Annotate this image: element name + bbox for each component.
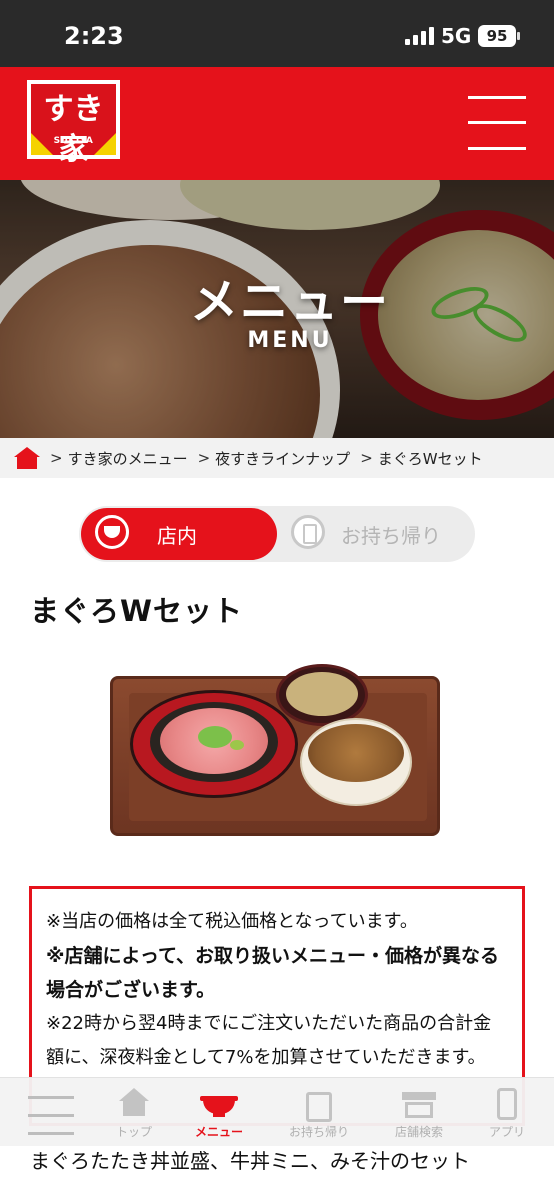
tab-app[interactable]: アプリ	[464, 1086, 550, 1142]
status-bar: 2:23 5G 95	[0, 0, 554, 67]
hero-subtitle: MENU	[247, 328, 333, 353]
network-label: 5G	[441, 24, 472, 48]
signal-icon	[405, 27, 435, 45]
gyudon-beef	[308, 724, 404, 782]
breadcrumb-link-menu[interactable]: すき家のメニュー	[68, 448, 188, 469]
breadcrumb-link-night-lineup[interactable]: 夜すきラインナップ	[215, 448, 350, 469]
hero-banner: メニュー MENU	[0, 180, 554, 438]
menu-lines-icon[interactable]	[28, 1092, 74, 1138]
tab-label: お持ち帰り	[288, 1125, 349, 1139]
takeout-label[interactable]: お持ち帰り	[341, 520, 441, 549]
breadcrumb-current: まぐろWセット	[377, 449, 483, 468]
tab-label: トップ	[115, 1125, 152, 1139]
bag-icon	[306, 1092, 332, 1122]
sukiya-logo[interactable]: すき家 SUKIYA	[27, 80, 120, 167]
dine-in-bowl-icon	[95, 515, 129, 549]
tab-label: アプリ	[488, 1125, 525, 1139]
product-description: まぐろたたき丼並盛、牛丼ミニ、みそ汁のセット	[30, 1149, 470, 1173]
phone-icon	[497, 1088, 517, 1120]
shop-icon	[402, 1092, 436, 1118]
page: 2:23 5G 95 すき家 SUKIYA メニュー MENU > すき家のメニ…	[0, 0, 554, 1199]
scallion-topping	[198, 726, 232, 748]
bottom-tab-bar: トップ メニュー お持ち帰り 店舗検索 アプリ	[0, 1077, 554, 1146]
notice-tax: ※当店の価格は全て税込価格となっています。	[46, 911, 418, 932]
logo-text: すき家	[43, 92, 104, 167]
notice-late-night: ※22時から翌4時までにご注文いただいた商品の合計金額に、深夜料金として7%を加…	[46, 1013, 492, 1068]
dine-in-label[interactable]: 店内	[157, 520, 197, 549]
notice-store-variance: ※店舗によって、お取り扱いメニュー・価格が異なる場合がございます。	[46, 945, 500, 1001]
product-image	[106, 662, 446, 842]
tab-label: メニュー	[194, 1125, 243, 1139]
battery-icon: 95	[478, 25, 520, 47]
logo-mark: すき家 SUKIYA	[31, 84, 116, 167]
tab-menu[interactable]: メニュー	[176, 1086, 262, 1142]
hamburger-menu-icon[interactable]	[468, 93, 526, 153]
home-icon[interactable]	[14, 447, 40, 469]
hero-title: メニュー	[189, 274, 390, 330]
product-title: まぐろWセット	[30, 594, 243, 628]
notice-text: ※当店の価格は全て税込価格となっています。 ※店舗によって、お取り扱いメニュー・…	[46, 905, 508, 1075]
takeout-bag-icon	[291, 515, 325, 549]
chevron-right-icon: >	[197, 449, 211, 467]
bowl-icon	[200, 1088, 238, 1118]
site-header: すき家 SUKIYA	[0, 67, 554, 180]
chevron-right-icon: >	[50, 449, 63, 467]
tab-label: 店舗検索	[394, 1125, 443, 1139]
miso-soup	[286, 672, 358, 716]
logo-subtext: SUKIYA	[53, 136, 94, 146]
dine-takeout-toggle: 店内 お持ち帰り	[79, 506, 475, 562]
chevron-right-icon: >	[360, 449, 373, 467]
home-icon	[119, 1088, 149, 1118]
tab-top[interactable]: トップ	[91, 1086, 177, 1142]
tab-store-search[interactable]: 店舗検索	[376, 1086, 462, 1142]
breadcrumb: > すき家のメニュー > 夜すきラインナップ > まぐろWセット	[0, 438, 554, 478]
wasabi-topping	[230, 740, 244, 750]
tab-takeout[interactable]: お持ち帰り	[276, 1086, 362, 1142]
status-time: 2:23	[64, 22, 124, 50]
